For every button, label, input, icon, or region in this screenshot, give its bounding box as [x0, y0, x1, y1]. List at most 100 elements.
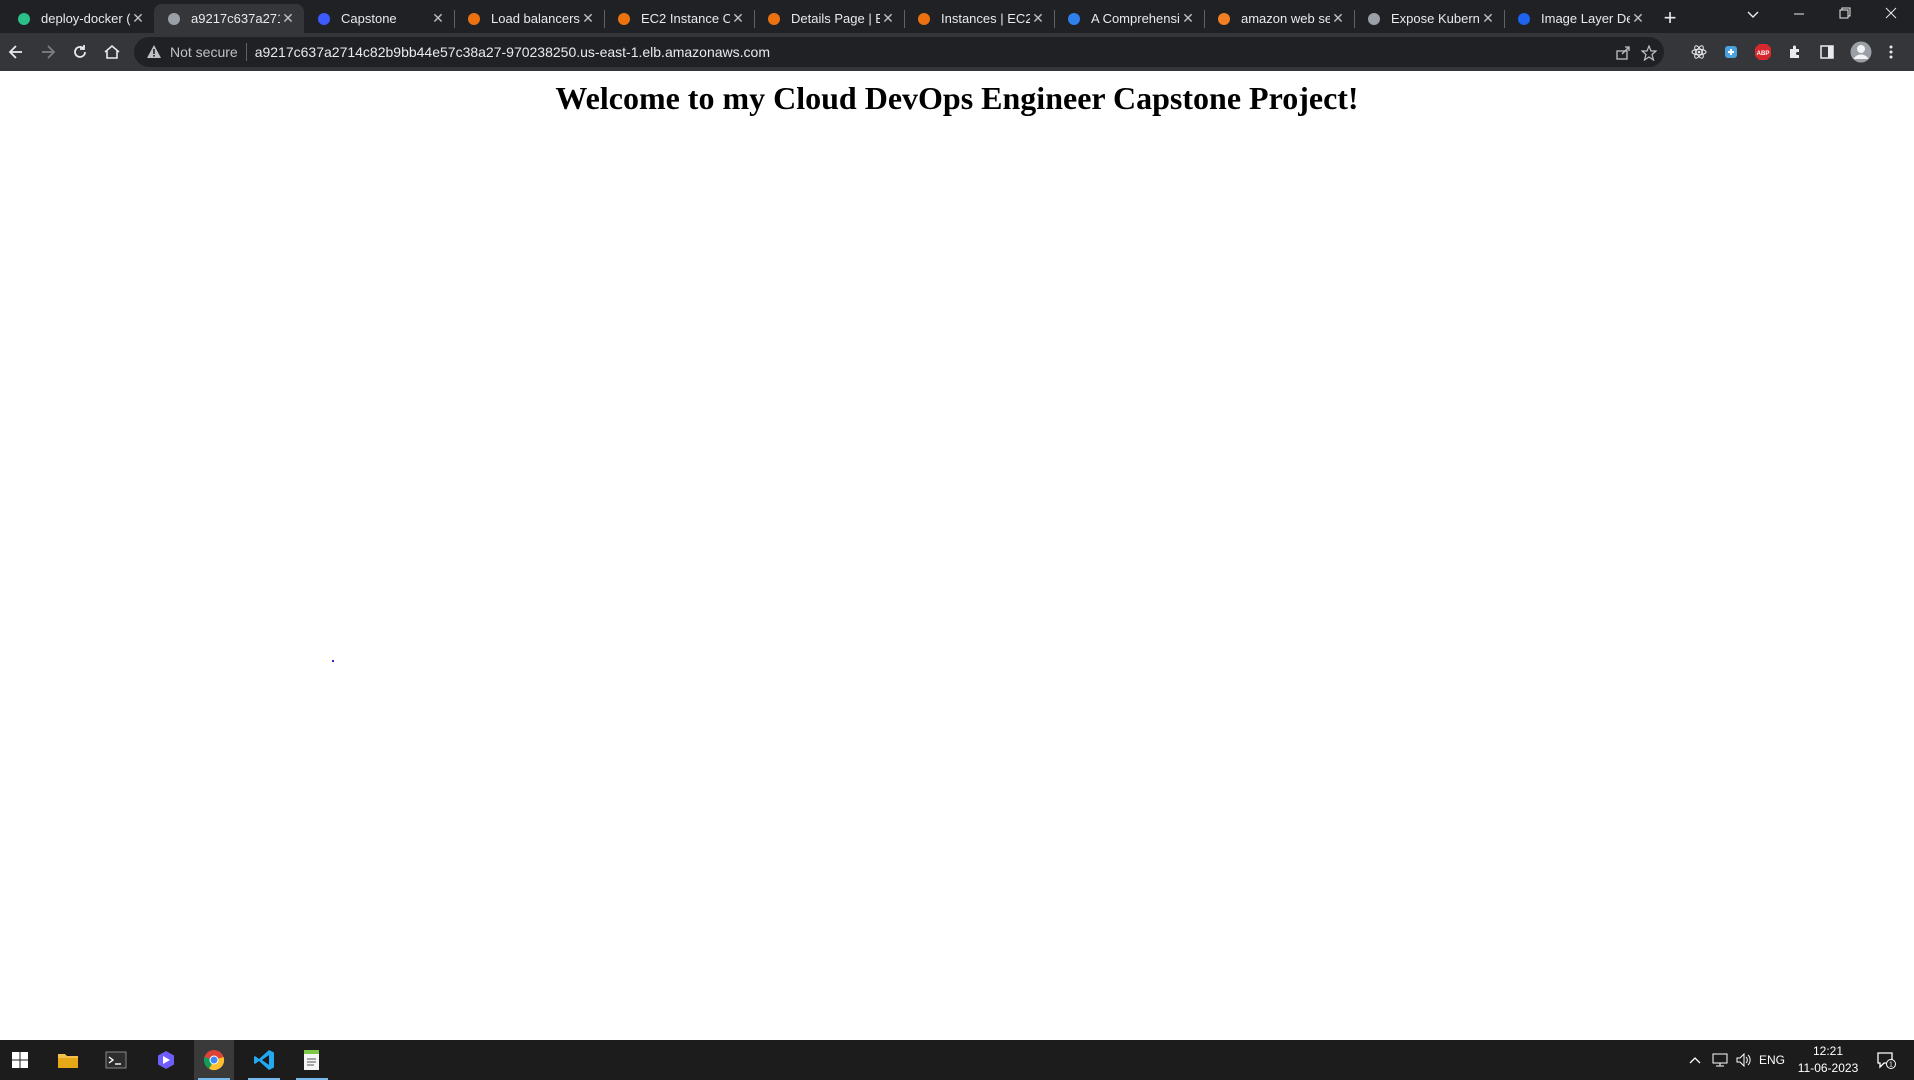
browser-tab[interactable]: EC2 Instance Co ✕ [604, 4, 754, 33]
notepad-icon [304, 1050, 319, 1070]
tab-close-icon[interactable]: ✕ [1030, 10, 1046, 27]
taskbar-chrome[interactable] [194, 1040, 234, 1080]
page-content: Welcome to my Cloud DevOps Engineer Caps… [0, 71, 1914, 1040]
restore-button[interactable] [1822, 0, 1868, 30]
warning-icon [147, 45, 161, 58]
tray-overflow-icon[interactable] [1686, 1040, 1704, 1080]
vscode-icon [254, 1050, 274, 1070]
browser-tab[interactable]: Details Page | E ✕ [754, 4, 904, 33]
browser-tab[interactable]: Expose Kuberne ✕ [1354, 4, 1504, 33]
notification-count: 1 [1889, 1062, 1893, 1069]
aws-ec2-icon [616, 11, 632, 27]
tab-title: Load balancers | [491, 11, 580, 26]
docker-icon [1516, 11, 1532, 27]
browser-tab[interactable]: A Comprehensiv ✕ [1054, 4, 1204, 33]
language-indicator[interactable]: ENG [1758, 1040, 1786, 1080]
tab-title: Expose Kuberne [1391, 11, 1480, 26]
adblock-plus-icon[interactable]: ABP [1754, 43, 1772, 61]
side-panel-icon[interactable] [1818, 43, 1836, 61]
react-devtools-icon[interactable] [1690, 43, 1708, 61]
tab-title: A Comprehensiv [1091, 11, 1180, 26]
aws-console-icon [466, 11, 482, 27]
network-icon[interactable] [1710, 1040, 1730, 1080]
clock-date: 11-06-2023 [1797, 1061, 1859, 1075]
tab-close-icon[interactable]: ✕ [130, 10, 146, 27]
taskbar-app[interactable] [146, 1040, 186, 1080]
tab-title: Image Layer De [1541, 11, 1630, 26]
taskbar-terminal[interactable] [96, 1040, 136, 1080]
tab-close-icon[interactable]: ✕ [1480, 10, 1496, 27]
tab-strip: deploy-docker (✕a9217c637a2714✕Capstone✕… [0, 0, 1914, 33]
minimize-button[interactable] [1776, 0, 1822, 30]
browser-tab[interactable]: amazon web ser ✕ [1204, 4, 1354, 33]
tab-title: Details Page | E [791, 11, 880, 26]
forward-button[interactable] [34, 38, 62, 66]
chrome-icon [203, 1050, 225, 1071]
taskbar-notepad[interactable] [292, 1040, 332, 1080]
extension-blue-icon[interactable] [1722, 43, 1740, 61]
tab-close-icon[interactable]: ✕ [280, 10, 296, 27]
address-bar[interactable]: Not secure a9217c637a2714c82b9bb44e57c38… [134, 37, 1664, 67]
share-icon[interactable] [1614, 44, 1632, 62]
tab-title: EC2 Instance Co [641, 11, 730, 26]
browser-tab[interactable]: Capstone ✕ [304, 4, 454, 33]
reload-icon [74, 45, 86, 58]
browser-tab[interactable]: deploy-docker (✕ [4, 4, 154, 33]
arrow-right-icon [42, 45, 56, 59]
tab-close-icon[interactable]: ✕ [430, 10, 446, 27]
tab-title: deploy-docker ( [41, 11, 130, 26]
aws-console-icon [916, 11, 932, 27]
stackoverflow-icon [1216, 11, 1232, 27]
svg-text:ABP: ABP [1757, 51, 1770, 57]
bookmark-star-icon[interactable] [1640, 44, 1658, 62]
tab-close-icon[interactable]: ✕ [580, 10, 596, 27]
tab-close-icon[interactable]: ✕ [1630, 10, 1646, 27]
extensions-puzzle-icon[interactable] [1786, 43, 1804, 61]
tab-title: a9217c637a2714 [191, 11, 280, 26]
tab-search-button[interactable] [1730, 0, 1776, 30]
windows-taskbar: ENG 12:21 11-06-2023 1 [0, 1040, 1914, 1080]
reload-button[interactable] [66, 38, 94, 66]
folder-icon [58, 1054, 78, 1068]
browser-tab[interactable]: Load balancers | ✕ [454, 4, 604, 33]
url-text[interactable]: a9217c637a2714c82b9bb44e57c38a27-9702382… [255, 44, 770, 60]
start-button[interactable] [0, 1040, 40, 1080]
globe-icon [166, 11, 182, 27]
volume-icon[interactable] [1734, 1040, 1754, 1080]
more-menu-icon[interactable] [1882, 43, 1900, 61]
circleci-icon [16, 11, 32, 27]
profile-avatar[interactable] [1850, 41, 1872, 63]
browser-toolbar: Not secure a9217c637a2714c82b9bb44e57c38… [0, 33, 1914, 71]
home-button[interactable] [98, 38, 126, 66]
browser-tab[interactable]: a9217c637a2714✕ [154, 4, 304, 33]
arrow-left-icon [8, 45, 22, 59]
omnibox-divider [245, 43, 247, 61]
tab-title: Capstone [341, 11, 397, 26]
tab-title: amazon web ser [1241, 11, 1330, 26]
browser-tab[interactable]: Image Layer De ✕ [1504, 4, 1654, 33]
system-clock[interactable]: 12:21 11-06-2023 [1788, 1043, 1868, 1077]
tab-close-icon[interactable]: ✕ [1180, 10, 1196, 27]
aws-console-icon [766, 11, 782, 27]
browser-tab[interactable]: Instances | EC2 | ✕ [904, 4, 1054, 33]
bookmark-icon [1066, 11, 1082, 27]
back-button[interactable] [2, 38, 30, 66]
stray-dot [332, 660, 334, 662]
tab-title: Instances | EC2 | [941, 11, 1030, 26]
security-label[interactable]: Not secure [170, 44, 238, 60]
taskbar-vscode[interactable] [244, 1040, 284, 1080]
windows-start-icon [12, 1052, 28, 1068]
tab-close-icon[interactable]: ✕ [1330, 10, 1346, 27]
aws-icon [1366, 11, 1382, 27]
tab-close-icon[interactable]: ✕ [880, 10, 896, 27]
close-window-button[interactable] [1868, 0, 1914, 30]
terminal-icon [105, 1051, 127, 1069]
taskbar-file-explorer[interactable] [48, 1040, 88, 1080]
new-tab-button[interactable]: + [1656, 4, 1684, 32]
clock-time: 12:21 [1812, 1044, 1844, 1058]
notification-center-icon[interactable]: 1 [1874, 1040, 1898, 1080]
tab-close-icon[interactable]: ✕ [730, 10, 746, 27]
udacity-icon [316, 11, 332, 27]
page-heading: Welcome to my Cloud DevOps Engineer Caps… [555, 80, 1359, 116]
home-icon [104, 44, 120, 59]
